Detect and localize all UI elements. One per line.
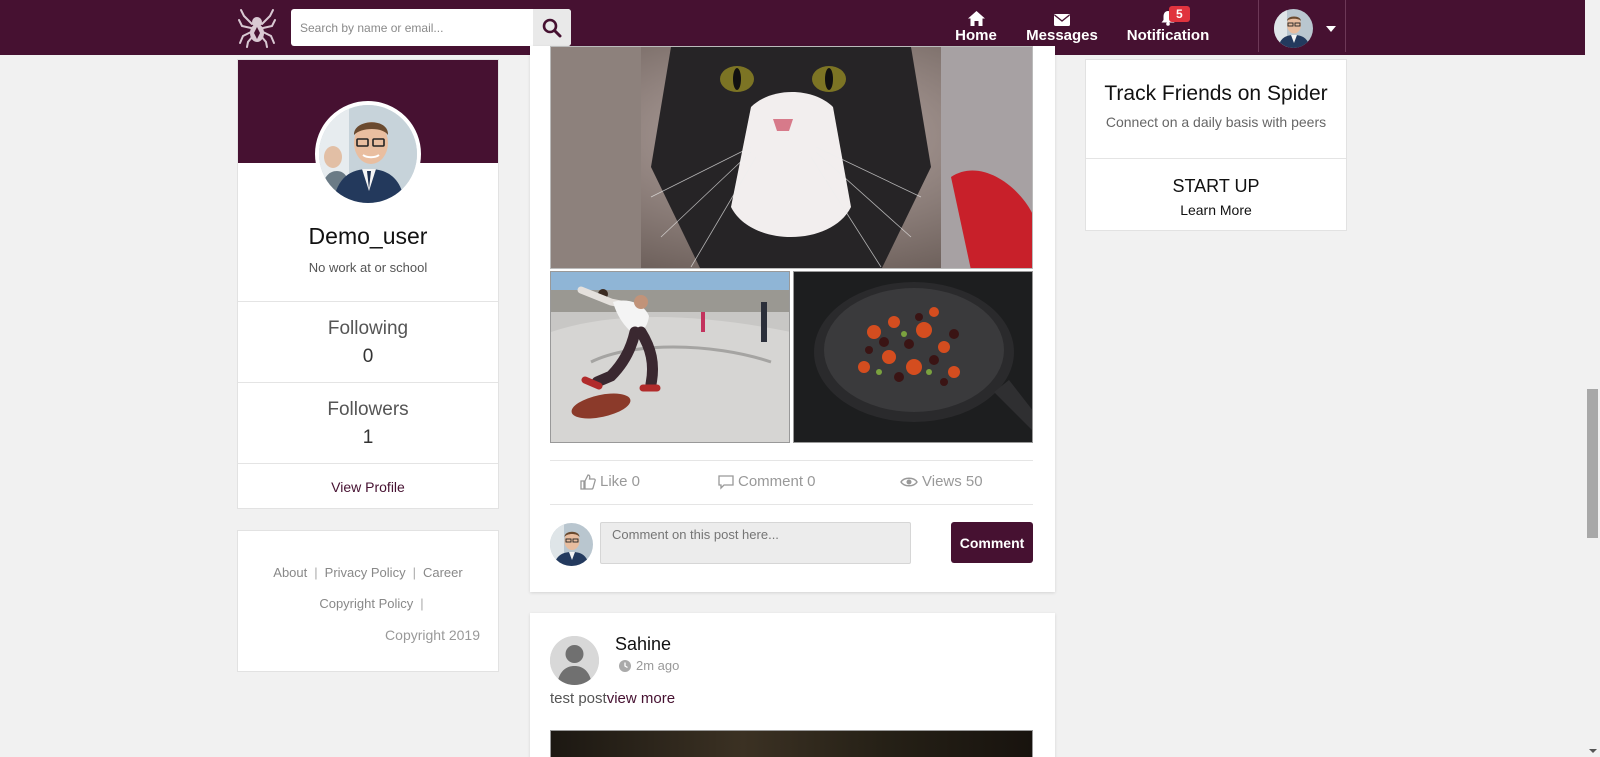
clock-icon (619, 659, 631, 672)
notification-badge: 5 (1169, 6, 1190, 22)
commenter-avatar (550, 523, 593, 566)
bell-icon (1125, 10, 1211, 26)
followers-count: 1 (362, 427, 374, 448)
learn-more-link[interactable]: Learn More (1086, 202, 1346, 218)
profile-avatar[interactable] (315, 101, 421, 207)
comment-count-label: Comment 0 (738, 473, 816, 490)
post-image-food[interactable] (793, 271, 1033, 443)
profile-name: Demo_user (308, 223, 428, 249)
post-image[interactable] (550, 730, 1033, 757)
post-image-cat[interactable] (550, 46, 1033, 269)
comment-count-button[interactable]: Comment 0 (718, 473, 816, 490)
scroll-down-arrow-icon[interactable] (1589, 749, 1597, 753)
nav-notification[interactable]: 5 Notification (1125, 6, 1211, 44)
post-actions: Like 0 Comment 0 Views 50 (550, 460, 1033, 505)
footer-card: About | Privacy Policy | Career Copyright Po… (237, 530, 499, 672)
profile-work: No work at or school (308, 260, 428, 275)
nav-notification-label: Notification (1126, 27, 1210, 44)
footer-link-about[interactable]: About (266, 565, 314, 580)
search-input[interactable] (291, 9, 531, 46)
views-counter: Views 50 (900, 473, 983, 490)
home-icon (953, 10, 999, 26)
author-avatar[interactable] (550, 636, 599, 685)
nav-messages-label: Messages (1026, 27, 1098, 44)
link-separator: | (420, 596, 424, 611)
profile-card: Demo_user No work at or school Following… (237, 59, 499, 509)
post-timestamp: 2m ago (619, 658, 679, 673)
following-stat[interactable]: Following 0 (238, 301, 498, 382)
view-more-link[interactable]: view more (607, 690, 675, 707)
scrollbar-thumb[interactable] (1587, 389, 1598, 538)
page-scrollbar[interactable] (1585, 0, 1600, 757)
promo-card: Track Friends on Spider Connect on a dai… (1085, 59, 1347, 231)
post-text: test postview more (550, 690, 675, 707)
search-bar (291, 9, 571, 46)
search-icon (542, 18, 562, 37)
like-button[interactable]: Like 0 (580, 473, 640, 490)
following-count: 0 (362, 346, 374, 367)
nav-messages[interactable]: Messages (1026, 10, 1098, 44)
followers-label: Followers (327, 399, 409, 420)
post-image-skateboarder[interactable] (550, 271, 790, 443)
footer-link-copyright[interactable]: Copyright Policy (312, 596, 420, 611)
post-card: Like 0 Comment 0 Views 50 Comment (530, 46, 1055, 592)
chevron-down-icon[interactable] (1326, 26, 1336, 32)
envelope-icon (1026, 10, 1098, 26)
nav-divider (1258, 0, 1259, 52)
footer-link-privacy[interactable]: Privacy Policy (318, 565, 413, 580)
promo-subtitle: Connect on a daily basis with peers (1105, 114, 1327, 130)
divider (1086, 158, 1346, 159)
views-label: Views 50 (922, 473, 983, 490)
followers-stat[interactable]: Followers 1 (238, 382, 498, 463)
spider-logo-icon[interactable] (238, 8, 276, 48)
search-button[interactable] (533, 9, 571, 46)
eye-icon (900, 477, 918, 486)
footer-links: About | Privacy Policy | Career Copyright Po… (238, 557, 498, 619)
comment-icon (718, 474, 734, 490)
comment-submit-button[interactable]: Comment (951, 522, 1033, 563)
startup-title: START UP (1172, 176, 1260, 196)
copyright-text: Copyright 2019 (385, 627, 480, 643)
footer-link-career[interactable]: Career (416, 565, 470, 580)
nav-divider (1345, 0, 1346, 52)
nav-home-label: Home (955, 27, 997, 44)
post-time-label: 2m ago (636, 658, 680, 673)
following-label: Following (327, 318, 409, 339)
user-avatar[interactable] (1274, 9, 1313, 48)
post-card: Sahine 2m ago test postview more (530, 613, 1055, 757)
view-profile-link[interactable]: View Profile (238, 463, 498, 509)
like-label: Like 0 (600, 473, 641, 490)
comment-input[interactable] (600, 522, 911, 564)
post-text-body: test post (550, 690, 607, 707)
post-author-name[interactable]: Sahine (615, 634, 671, 655)
promo-title: Track Friends on Spider (1104, 82, 1328, 105)
nav-home[interactable]: Home (953, 10, 999, 44)
thumbs-up-icon (580, 473, 596, 490)
